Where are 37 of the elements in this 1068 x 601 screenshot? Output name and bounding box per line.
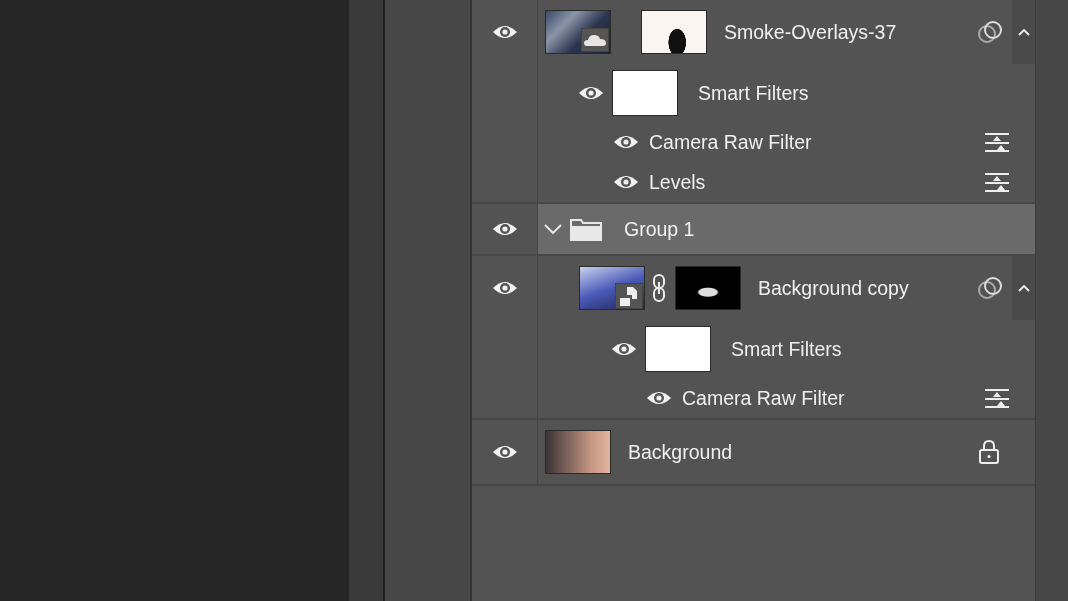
visibility-eye-icon[interactable] — [491, 220, 518, 238]
visibility-eye-icon[interactable] — [491, 443, 518, 461]
visibility-eye-icon[interactable] — [613, 173, 639, 191]
filter-mask-thumbnail — [645, 326, 711, 372]
filter-name: Camera Raw Filter — [649, 130, 812, 154]
layer-row[interactable]: Background copy — [538, 256, 1035, 320]
layer-name: Smoke-Overlays-37 — [724, 20, 897, 44]
visibility-eye-icon[interactable] — [578, 84, 604, 102]
filter-options-icon[interactable] — [984, 131, 1010, 153]
layer-thumbnail — [545, 430, 611, 474]
collapse-toggle[interactable] — [1012, 256, 1035, 320]
visibility-eye-icon[interactable] — [491, 23, 518, 41]
collapse-toggle[interactable] — [1012, 0, 1035, 64]
folder-icon — [570, 217, 602, 241]
chevron-icon[interactable] — [544, 223, 562, 235]
layer-name: Background copy — [758, 276, 909, 300]
filter-options-icon[interactable] — [984, 171, 1010, 193]
overlapping-circles-icon[interactable] — [977, 20, 1003, 44]
overlapping-circles-icon[interactable] — [977, 276, 1003, 300]
smart-filters-label: Smart Filters — [698, 81, 809, 105]
group-name: Group 1 — [624, 217, 695, 241]
layer-row[interactable]: Background — [538, 420, 1035, 484]
filter-mask-thumbnail — [612, 70, 678, 116]
caret-icon — [1016, 27, 1031, 37]
group-row[interactable]: Group 1 — [538, 204, 1035, 254]
visibility-eye-icon[interactable] — [611, 340, 637, 358]
layer-row[interactable]: Smoke-Overlays-37 — [538, 0, 1035, 64]
filter-name: Camera Raw Filter — [682, 386, 845, 410]
visibility-eye-icon[interactable] — [491, 279, 518, 297]
caret-icon — [1016, 283, 1031, 293]
layer-name: Background — [628, 440, 733, 464]
visibility-eye-icon[interactable] — [613, 133, 639, 151]
smart-filters-label: Smart Filters — [731, 337, 842, 361]
chain-link-icon[interactable] — [651, 273, 667, 303]
visibility-eye-icon[interactable] — [646, 389, 672, 407]
filter-name: Levels — [649, 170, 706, 194]
filter-options-icon[interactable] — [984, 387, 1010, 409]
